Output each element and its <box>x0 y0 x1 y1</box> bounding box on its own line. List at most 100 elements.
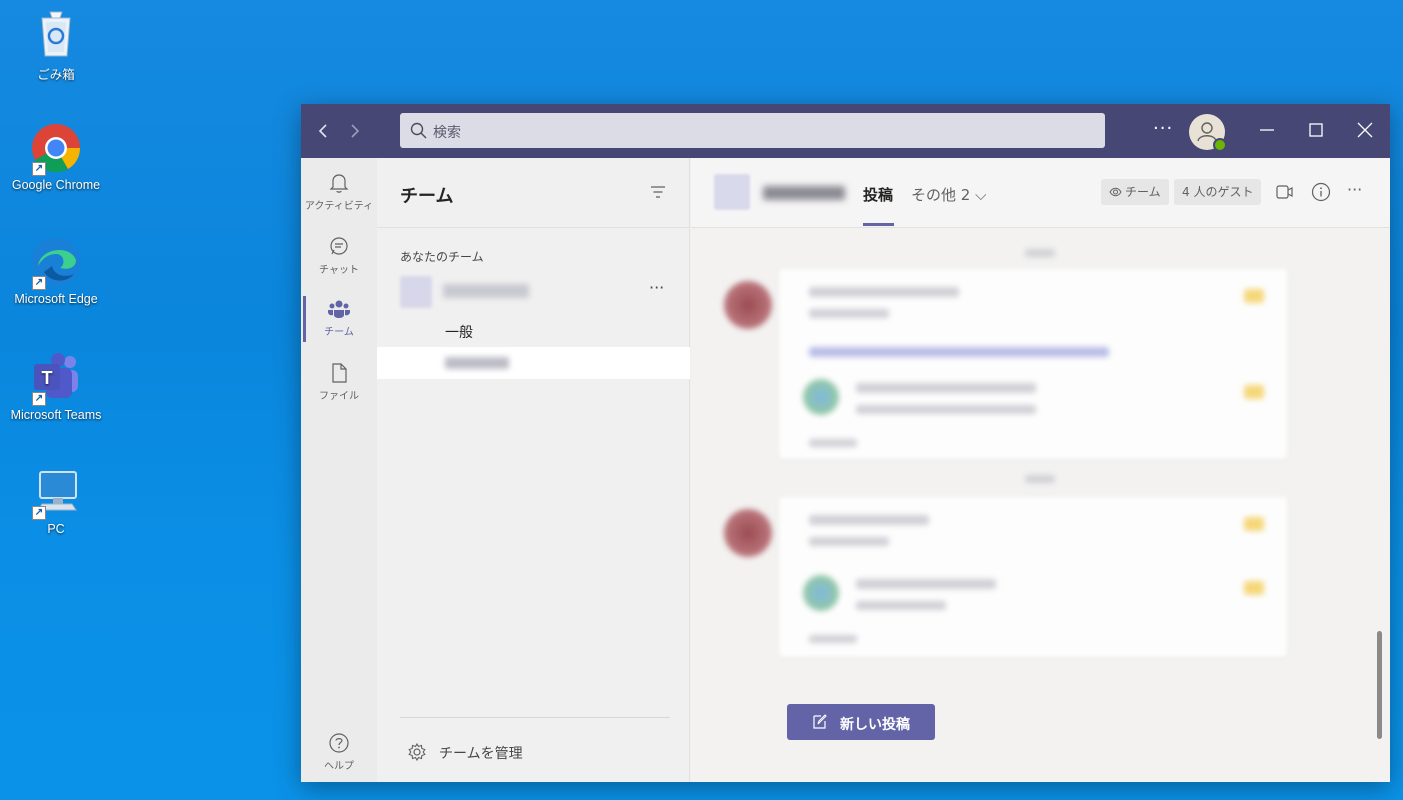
manage-teams-button[interactable]: チームを管理 <box>407 742 523 762</box>
search-box[interactable]: 検索 <box>400 113 1105 148</box>
tab-more[interactable]: その他 2 ⌵ <box>911 184 986 205</box>
chip-label: チーム <box>1125 185 1161 199</box>
scrollbar[interactable] <box>1377 631 1382 739</box>
close-icon[interactable] <box>1353 118 1377 142</box>
rail-item-help[interactable]: ヘルプ <box>301 724 377 782</box>
rail-item-teams[interactable]: チーム <box>301 290 377 348</box>
chrome-icon: ↗ <box>30 122 82 176</box>
reply-avatar-blurred <box>803 379 839 415</box>
rail-item-label: アクティビティ <box>304 201 374 212</box>
avatar[interactable] <box>1189 114 1227 152</box>
new-post-button[interactable]: 新しい投稿 <box>787 704 935 740</box>
reply-text-blurred <box>856 405 1036 414</box>
divider <box>400 717 670 718</box>
desktop-icon-label: Microsoft Edge <box>14 292 98 306</box>
manage-label: チームを管理 <box>439 746 523 762</box>
teams-list-pane: チーム あなたのチーム ··· 一般 チームを管理 <box>377 158 690 782</box>
computer-icon: ↗ <box>30 466 82 520</box>
conversation-feed: 新しい投稿 <box>691 229 1390 782</box>
help-icon <box>329 733 349 753</box>
desktop-icon-label: Google Chrome <box>11 178 101 192</box>
team-avatar <box>400 276 432 308</box>
rail-item-files[interactable]: ファイル <box>301 354 377 412</box>
rail-item-chat[interactable]: チャット <box>301 228 377 286</box>
chat-icon <box>330 237 348 255</box>
reply-text-blurred <box>856 383 1036 393</box>
reaction-blurred <box>1244 289 1264 303</box>
rail-item-label: チーム <box>324 327 354 338</box>
compose-icon <box>813 714 827 729</box>
desktop-icon-pc[interactable]: ↗ PC <box>6 466 106 536</box>
eye-icon <box>1109 187 1122 197</box>
channel-pane: 投稿 その他 2 ⌵ チーム 4 人のゲスト ··· 新しい投稿 <box>691 158 1390 782</box>
date-separator-blurred <box>1025 249 1055 257</box>
forward-arrow-icon[interactable] <box>345 121 365 141</box>
post-text-blurred <box>809 287 959 297</box>
team-visibility-chip[interactable]: チーム <box>1101 179 1169 205</box>
status-available-icon <box>1213 138 1227 152</box>
channel-name-blurred <box>445 357 509 369</box>
team-item[interactable]: ··· <box>377 272 690 312</box>
teams-app-icon: T ↗ <box>30 352 82 406</box>
teams-header: チーム <box>377 158 690 228</box>
more-options-button[interactable]: ··· <box>1153 118 1173 139</box>
search-placeholder: 検索 <box>433 125 461 141</box>
desktop-icon-label: ごみ箱 <box>37 68 75 82</box>
info-icon[interactable] <box>1311 182 1331 202</box>
date-separator-blurred <box>1025 475 1055 483</box>
desktop-icon-teams[interactable]: T ↗ Microsoft Teams <box>6 352 106 422</box>
reply-link-blurred <box>809 635 857 643</box>
teams-window: 検索 ··· アクティビティ チャット チーム ファイル ヘルプ チーム あなた… <box>301 104 1390 782</box>
desktop-icon-label: Microsoft Teams <box>10 408 102 422</box>
desktop-icon-edge[interactable]: ↗ Microsoft Edge <box>6 236 106 306</box>
video-call-icon[interactable] <box>1274 182 1294 202</box>
channel-avatar <box>714 174 750 210</box>
minimize-icon[interactable] <box>1255 118 1279 142</box>
reply-text-blurred <box>856 601 946 610</box>
back-arrow-icon[interactable] <box>313 121 333 141</box>
section-label: あなたのチーム <box>400 250 484 264</box>
teams-icon <box>328 300 350 318</box>
shortcut-arrow-icon: ↗ <box>32 162 46 176</box>
app-rail: アクティビティ チャット チーム ファイル ヘルプ <box>301 158 377 782</box>
reaction-blurred <box>1244 385 1264 399</box>
svg-text:T: T <box>42 368 53 388</box>
rail-item-activity[interactable]: アクティビティ <box>301 164 377 222</box>
post-card-blurred[interactable] <box>779 269 1287 459</box>
desktop-icon-chrome[interactable]: ↗ Google Chrome <box>6 122 106 192</box>
team-more-button[interactable]: ··· <box>649 278 664 297</box>
bell-icon <box>329 174 349 193</box>
search-icon <box>409 121 429 141</box>
post-text-blurred <box>809 515 929 525</box>
team-name-blurred <box>443 284 529 298</box>
author-avatar-blurred <box>724 281 772 329</box>
rail-item-label: チャット <box>319 265 359 276</box>
channel-header: 投稿 その他 2 ⌵ チーム 4 人のゲスト ··· <box>691 158 1390 228</box>
reaction-blurred <box>1244 581 1264 595</box>
desktop-icon-label: PC <box>47 522 65 536</box>
filter-icon[interactable] <box>649 184 667 200</box>
maximize-icon[interactable] <box>1304 118 1328 142</box>
new-post-label: 新しい投稿 <box>840 717 910 733</box>
title-bar: 検索 ··· <box>301 104 1390 158</box>
author-avatar-blurred <box>724 509 772 557</box>
recycle-bin-icon <box>30 8 82 60</box>
desktop-icon-recycle-bin[interactable]: ごみ箱 <box>6 8 106 83</box>
reply-text-blurred <box>856 579 996 589</box>
reaction-blurred <box>1244 517 1264 531</box>
channel-item-selected[interactable] <box>377 347 690 379</box>
post-link-blurred <box>809 347 1109 357</box>
gear-icon <box>408 742 426 762</box>
shortcut-arrow-icon: ↗ <box>32 392 46 406</box>
guests-chip[interactable]: 4 人のゲスト <box>1174 179 1262 205</box>
shortcut-arrow-icon: ↗ <box>32 506 46 520</box>
tab-posts[interactable]: 投稿 <box>863 184 893 205</box>
channel-label: 一般 <box>445 325 473 341</box>
post-text-blurred <box>809 309 889 318</box>
rail-item-label: ヘルプ <box>324 761 354 772</box>
channel-name-blurred <box>763 186 845 200</box>
reply-avatar-blurred <box>803 575 839 611</box>
more-options-icon[interactable]: ··· <box>1347 180 1367 200</box>
channel-item-general[interactable]: 一般 <box>377 315 690 347</box>
shortcut-arrow-icon: ↗ <box>32 276 46 290</box>
